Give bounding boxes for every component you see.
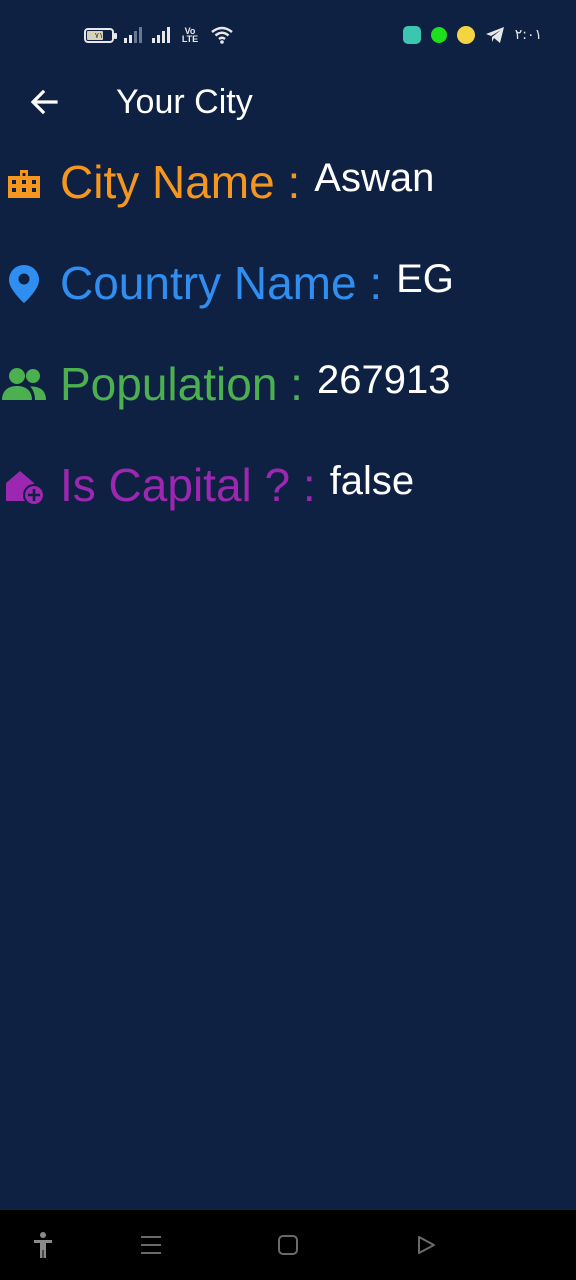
- battery-level: ٧١: [94, 30, 104, 40]
- building-icon: [0, 158, 48, 206]
- people-icon: [0, 360, 48, 408]
- status-left: ٧١ Vo LTE: [84, 26, 234, 44]
- accessibility-icon: [34, 1232, 52, 1258]
- status-bar: ٧١ Vo LTE ٢:٠١: [0, 0, 576, 72]
- signal-icon-sim2: [152, 27, 170, 43]
- back-nav-button[interactable]: [411, 1230, 441, 1260]
- page-title: Your City: [116, 83, 253, 121]
- arrow-left-icon: [30, 89, 58, 115]
- country-name-value: EG: [396, 257, 454, 301]
- city-name-row: City Name : Aswan: [0, 152, 434, 212]
- system-nav-bar: [0, 1210, 576, 1280]
- status-right: ٢:٠١: [402, 26, 542, 44]
- app-bar: Your City: [0, 72, 576, 132]
- home-add-icon: [0, 461, 48, 509]
- menu-icon: [141, 1236, 161, 1254]
- status-time: ٢:٠١: [514, 27, 542, 43]
- city-name-label: City Name :: [60, 156, 301, 208]
- city-name-value: Aswan: [314, 156, 435, 200]
- home-square-icon: [278, 1235, 298, 1255]
- population-value: 267913: [316, 358, 451, 402]
- back-triangle-icon: [418, 1236, 435, 1254]
- location-pin-icon: [0, 259, 48, 307]
- home-button[interactable]: [273, 1230, 303, 1260]
- signal-icon-sim1: [124, 27, 142, 43]
- accessibility-button[interactable]: [28, 1230, 58, 1260]
- population-label: Population :: [60, 358, 303, 410]
- wifi-icon: [211, 26, 233, 44]
- capital-row: Is Capital ? : false: [0, 455, 414, 515]
- capital-label: Is Capital ? :: [60, 459, 316, 511]
- country-name-row: Country Name : EG: [0, 253, 454, 313]
- volte-icon: Vo LTE: [181, 26, 199, 44]
- population-row: Population : 267913: [0, 354, 450, 414]
- telegram-icon: [485, 27, 504, 43]
- menu-button[interactable]: [136, 1230, 166, 1260]
- country-name-label: Country Name :: [60, 257, 383, 309]
- back-button[interactable]: [26, 84, 62, 120]
- battery-icon: ٧١: [84, 27, 117, 43]
- online-dot-icon: [430, 27, 447, 43]
- capital-value: false: [329, 459, 415, 503]
- app-notification-icon: [402, 26, 421, 44]
- snapchat-icon: [456, 26, 475, 44]
